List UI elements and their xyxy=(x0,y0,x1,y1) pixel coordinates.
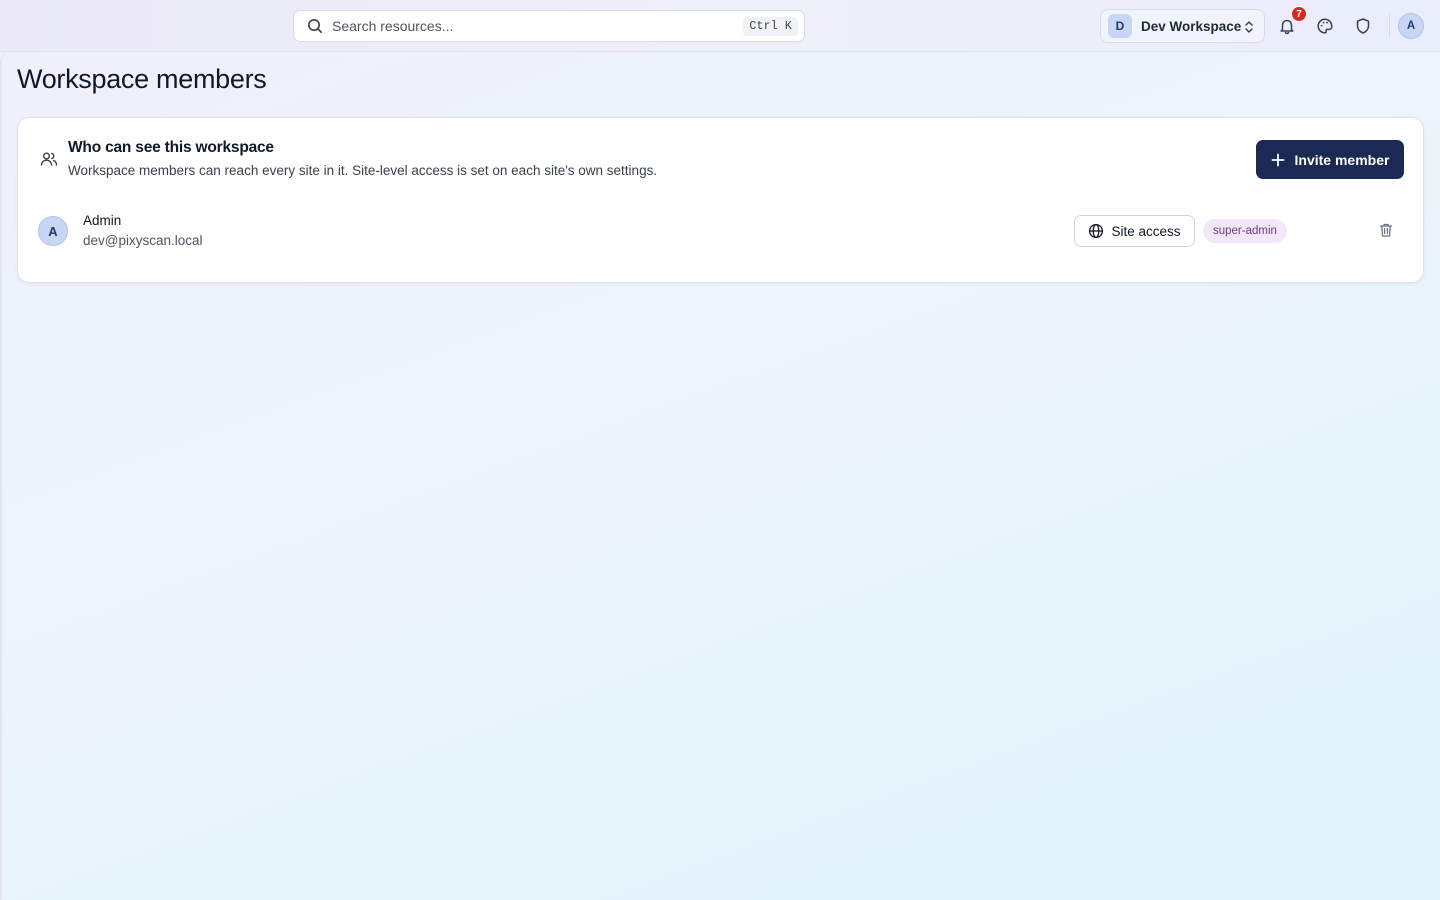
page-title: Workspace members xyxy=(17,64,267,94)
trash-icon[interactable] xyxy=(1377,221,1395,239)
palette-icon[interactable] xyxy=(1314,15,1336,37)
globe-icon xyxy=(1088,223,1104,239)
user-avatar[interactable]: A xyxy=(1398,13,1424,39)
search-icon xyxy=(306,17,324,35)
workspace-switcher[interactable]: D Dev Workspace xyxy=(1100,9,1265,43)
card-title: Who can see this workspace xyxy=(68,139,274,156)
notification-count-badge: 7 xyxy=(1291,6,1307,22)
invite-member-label: Invite member xyxy=(1294,151,1390,168)
members-card: Who can see this workspace Workspace mem… xyxy=(17,117,1424,283)
role-badge: super-admin xyxy=(1203,219,1287,243)
card-subtitle: Workspace members can reach every site i… xyxy=(68,163,658,178)
search-input[interactable] xyxy=(332,11,744,41)
shortcut-hint: Ctrl K xyxy=(743,16,798,36)
site-access-label: Site access xyxy=(1111,223,1181,239)
site-access-button[interactable]: Site access xyxy=(1074,215,1195,247)
workspace-name: Dev Workspace xyxy=(1141,18,1242,34)
member-name: Admin xyxy=(83,213,122,228)
top-bar: Ctrl K D Dev Workspace 7 A xyxy=(0,0,1440,52)
users-icon xyxy=(39,149,59,169)
member-email: dev@pixyscan.local xyxy=(83,233,203,248)
search-bar[interactable]: Ctrl K xyxy=(293,10,805,42)
member-row: A Admin dev@pixyscan.local Site access s… xyxy=(19,208,1423,252)
invite-member-button[interactable]: Invite member xyxy=(1256,140,1404,179)
shield-icon[interactable] xyxy=(1352,15,1374,37)
workspace-avatar: D xyxy=(1108,14,1132,38)
chevron-up-down-icon xyxy=(1242,19,1256,35)
toolbar-divider xyxy=(1389,14,1390,38)
plus-icon xyxy=(1271,153,1285,167)
member-avatar: A xyxy=(38,216,68,246)
